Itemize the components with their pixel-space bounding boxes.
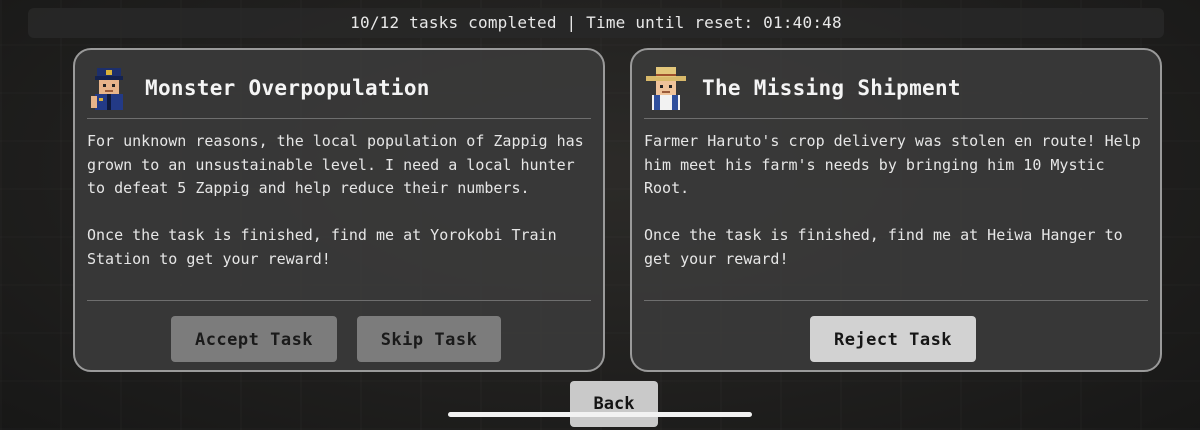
farmer-straw-hat-avatar-icon bbox=[646, 67, 686, 110]
task-description-block: Farmer Haruto's crop delivery was stolen… bbox=[644, 130, 1146, 295]
reject-task-button[interactable]: Reject Task bbox=[810, 316, 976, 362]
task-title: Monster Overpopulation bbox=[145, 76, 430, 100]
footer-divider bbox=[644, 300, 1148, 301]
task-card-monster-overpopulation: Monster Overpopulation For unknown reaso… bbox=[73, 48, 605, 372]
task-title: The Missing Shipment bbox=[702, 76, 961, 100]
task-status-bar: 10/12 tasks completed | Time until reset… bbox=[28, 8, 1164, 38]
skip-task-button[interactable]: Skip Task bbox=[357, 316, 501, 362]
police-officer-avatar-icon bbox=[91, 68, 123, 110]
game-background: 10/12 tasks completed | Time until reset… bbox=[0, 0, 1200, 430]
task-card-header: Monster Overpopulation bbox=[87, 62, 430, 114]
task-card-header: The Missing Shipment bbox=[644, 62, 961, 114]
footer-divider bbox=[87, 300, 591, 301]
task-description: Farmer Haruto's crop delivery was stolen… bbox=[644, 132, 1141, 197]
task-status-text: 10/12 tasks completed | Time until reset… bbox=[350, 13, 842, 32]
task-description-block: For unknown reasons, the local populatio… bbox=[87, 130, 589, 295]
task-location-note: Once the task is finished, find me at He… bbox=[644, 226, 1123, 268]
accept-task-button[interactable]: Accept Task bbox=[171, 316, 337, 362]
home-indicator-bar[interactable] bbox=[448, 412, 752, 417]
back-button[interactable]: Back bbox=[570, 381, 658, 427]
task-description: For unknown reasons, the local populatio… bbox=[87, 132, 584, 197]
task-location-note: Once the task is finished, find me at Yo… bbox=[87, 226, 557, 268]
header-divider bbox=[87, 118, 591, 119]
task-card-missing-shipment: The Missing Shipment Farmer Haruto's cro… bbox=[630, 48, 1162, 372]
header-divider bbox=[644, 118, 1148, 119]
